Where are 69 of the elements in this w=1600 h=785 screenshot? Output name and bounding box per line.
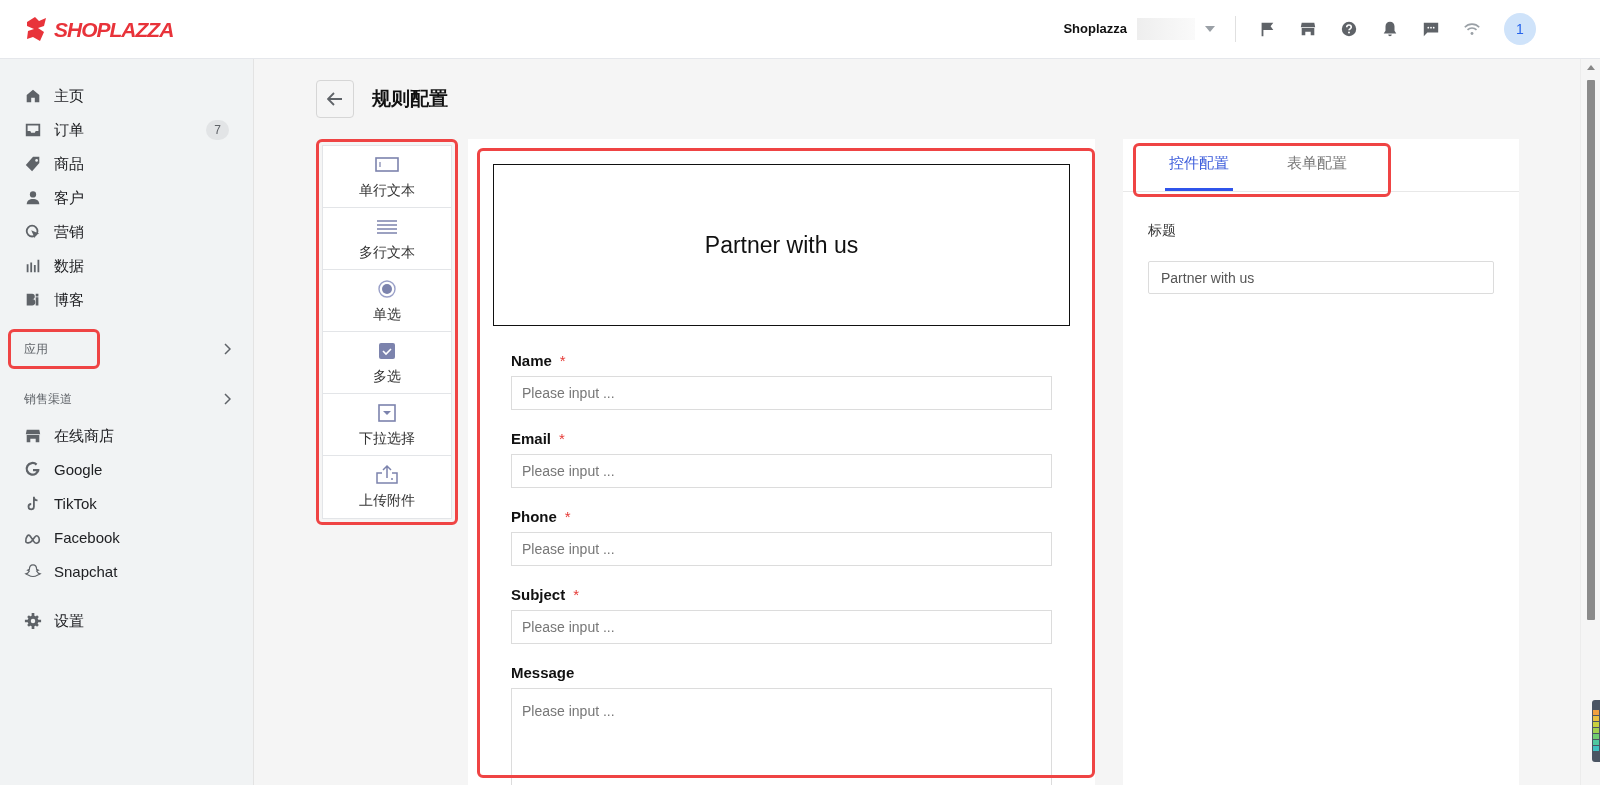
arrow-left-icon xyxy=(327,92,343,106)
count-badge: 7 xyxy=(206,120,229,140)
arrow-up-icon xyxy=(1586,65,1595,70)
tab[interactable]: 表单配置 xyxy=(1283,138,1351,191)
logo-icon xyxy=(24,16,48,42)
chat-icon xyxy=(1421,20,1440,38)
field-label: Subject xyxy=(511,584,566,605)
nav-item[interactable]: 主页 xyxy=(12,79,241,113)
nav-item[interactable]: TikTok xyxy=(12,487,241,521)
cursor-target-icon xyxy=(24,223,42,241)
gear-icon xyxy=(24,612,42,630)
nav-item[interactable]: 商品 xyxy=(12,147,241,181)
caret-icon xyxy=(1205,26,1215,32)
scrollbar[interactable] xyxy=(1580,59,1600,785)
tag-icon xyxy=(24,155,42,173)
google-icon xyxy=(24,461,42,479)
field-label: Name xyxy=(511,350,552,371)
required-asterisk: * xyxy=(564,506,571,527)
input-field[interactable]: Please input ... xyxy=(511,454,1052,488)
input-field[interactable]: Please input ... xyxy=(511,376,1052,410)
textarea-field[interactable]: Please input ... xyxy=(511,688,1052,785)
nav-section-header[interactable]: 应用 xyxy=(12,329,241,369)
nav-item[interactable]: Facebook xyxy=(12,521,241,555)
field-type-item[interactable]: 多选 xyxy=(323,332,451,394)
required-asterisk: * xyxy=(559,350,566,371)
field-type-item[interactable]: 多行文本 xyxy=(323,208,451,270)
inbox-icon xyxy=(24,121,42,139)
nav-item[interactable]: Google xyxy=(12,453,241,487)
field-label: 标题 xyxy=(1148,221,1177,240)
chevron-right-icon xyxy=(223,343,231,355)
field-type-item[interactable]: 上传附件 xyxy=(323,456,451,518)
input-field[interactable]: Please input ... xyxy=(511,532,1052,566)
nav-item[interactable]: 设置 xyxy=(12,604,241,638)
required-asterisk: * xyxy=(573,584,580,605)
field-type-item[interactable]: 下拉选择 xyxy=(323,394,451,456)
nav-section-header[interactable]: 销售渠道 xyxy=(12,379,241,419)
nav-item[interactable]: 数据 xyxy=(12,249,241,283)
form-heading: Partner with us xyxy=(493,164,1070,326)
nav-item[interactable]: 营销 xyxy=(12,215,241,249)
bar-chart-icon xyxy=(24,257,42,275)
field-label: Email xyxy=(511,428,552,449)
field-label: Message xyxy=(511,662,575,683)
tab[interactable]: 控件配置 xyxy=(1165,138,1233,191)
store-switcher[interactable]: Shoplazza xyxy=(1063,14,1225,44)
upload-icon xyxy=(374,463,400,486)
level-meter-icon xyxy=(1592,700,1600,762)
nav-item[interactable]: 博客 xyxy=(12,283,241,317)
chevron-right-icon xyxy=(223,393,231,405)
nav-item[interactable]: 在线商店 xyxy=(12,419,241,453)
avatar[interactable]: 1 xyxy=(1504,13,1536,45)
person-icon xyxy=(24,189,42,207)
wifi-icon xyxy=(1462,20,1481,38)
field-type-item[interactable]: 单行文本 xyxy=(323,146,451,208)
nav-item[interactable]: 客户 xyxy=(12,181,241,215)
field-type-item[interactable]: 单选 xyxy=(323,270,451,332)
logo-text: SHOPLAZZA xyxy=(54,18,174,40)
input-field[interactable]: Partner with us xyxy=(1148,261,1494,294)
input-field[interactable]: Please input ... xyxy=(511,610,1052,644)
page-title: 规则配置 xyxy=(372,86,448,111)
help-icon xyxy=(1339,20,1358,38)
storefront-icon xyxy=(24,427,42,445)
field-label: Phone xyxy=(511,506,557,527)
required-asterisk: * xyxy=(559,428,565,449)
storefront-icon xyxy=(1298,20,1317,38)
nav-item[interactable]: 订单 7 xyxy=(12,113,241,147)
nav-item[interactable]: Snapchat xyxy=(12,555,241,589)
home-icon xyxy=(24,87,42,105)
back-button[interactable] xyxy=(316,80,354,118)
scrollbar-thumb[interactable] xyxy=(1586,80,1595,620)
